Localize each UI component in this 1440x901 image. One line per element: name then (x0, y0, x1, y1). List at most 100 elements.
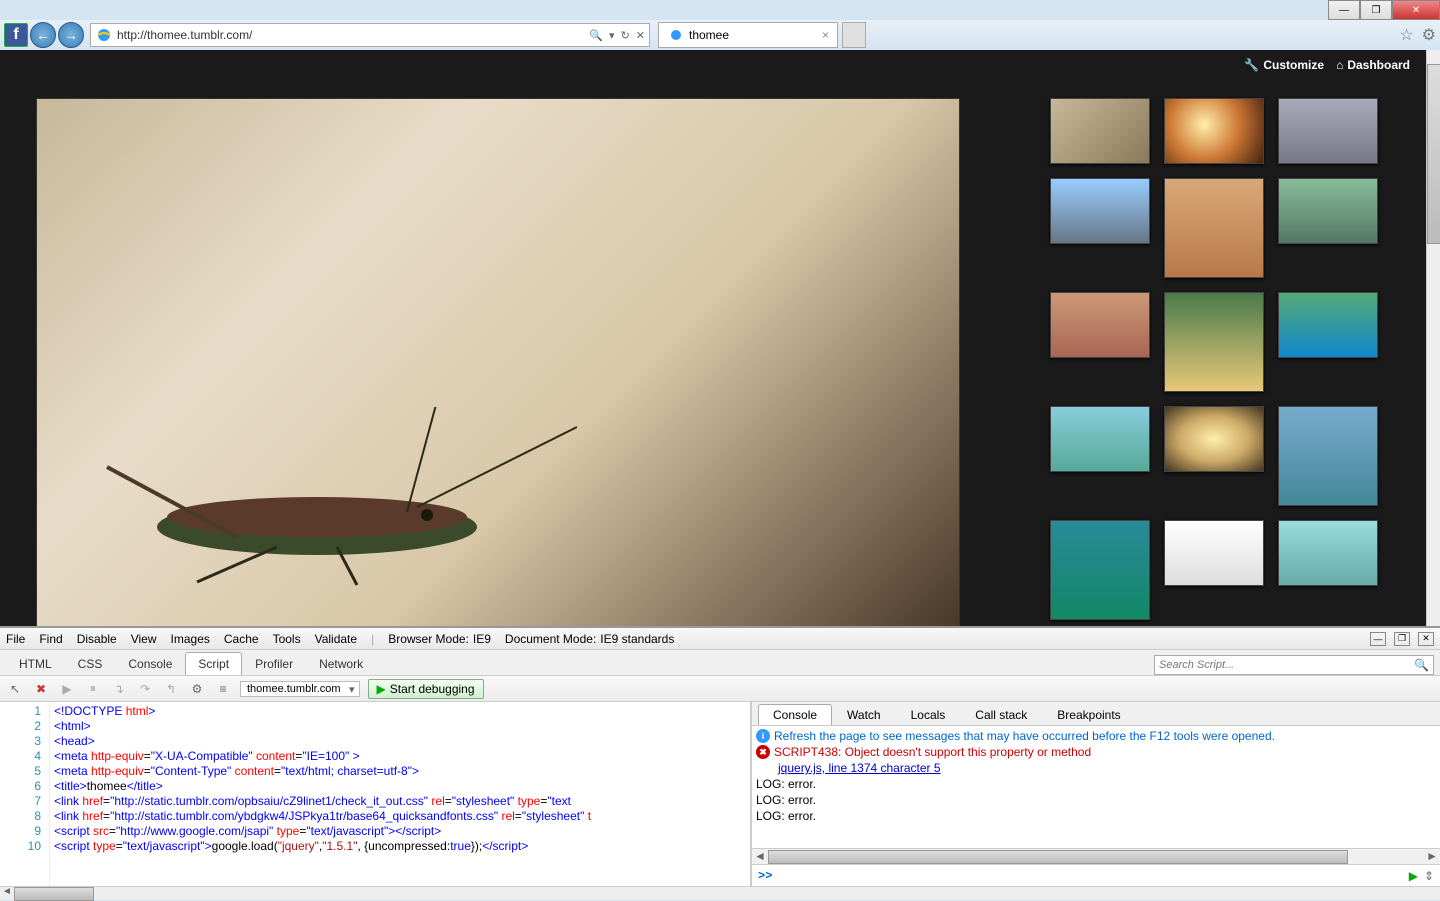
right-panel: Console Watch Locals Call stack Breakpoi… (752, 702, 1440, 886)
browser-tab[interactable]: thomee × (658, 22, 838, 48)
tab-script[interactable]: Script (185, 652, 242, 675)
search-input[interactable] (1159, 659, 1414, 671)
thumbnail[interactable] (1278, 406, 1378, 506)
main-photo[interactable] (36, 98, 960, 626)
multiline-icon[interactable]: ⇕ (1424, 869, 1434, 883)
stop-icon[interactable]: ✕ (636, 29, 645, 42)
forward-button[interactable]: → (58, 22, 84, 48)
new-tab-button[interactable] (842, 22, 866, 48)
customize-link[interactable]: 🔧Customize (1244, 58, 1324, 72)
format-icon[interactable]: ≡ (214, 680, 232, 698)
browser-mode-value[interactable]: IE9 (473, 632, 491, 646)
menu-file[interactable]: File (6, 632, 25, 646)
clear-icon[interactable]: ✖ (32, 680, 50, 698)
thumbnail[interactable] (1050, 292, 1150, 358)
maximize-button[interactable]: ❐ (1360, 0, 1392, 20)
pause-icon[interactable]: ⏸ (84, 680, 102, 698)
favorite-icon[interactable]: ☆ (1399, 25, 1413, 45)
gear-icon[interactable]: ⚙ (1422, 25, 1436, 45)
tab-close-icon[interactable]: × (822, 28, 829, 42)
thumbnail[interactable] (1164, 292, 1264, 392)
menu-find[interactable]: Find (39, 632, 62, 646)
devtools-panel: File Find Disable View Images Cache Tool… (0, 626, 1440, 886)
devtools-menu: File Find Disable View Images Cache Tool… (0, 628, 1440, 650)
console-log: LOG: error. (756, 808, 1436, 824)
thumbnail[interactable] (1164, 178, 1264, 278)
refresh-icon[interactable]: ↻ (621, 29, 630, 42)
rtab-watch[interactable]: Watch (832, 704, 896, 725)
devtools-body: 12345678910 <!DOCTYPE html><html><head><… (0, 702, 1440, 886)
page-scrollbar[interactable] (1426, 50, 1440, 626)
error-link[interactable]: jquery.js, line 1374 character 5 (778, 760, 941, 776)
thumbnail[interactable] (1278, 520, 1378, 586)
step-over-icon[interactable]: ↷ (136, 680, 154, 698)
break-icon[interactable]: ⚙ (188, 680, 206, 698)
minimize-button[interactable]: — (1328, 0, 1360, 20)
close-button[interactable]: ✕ (1392, 0, 1440, 20)
tab-console[interactable]: Console (115, 652, 185, 675)
search-icon[interactable]: 🔍 (589, 29, 603, 42)
facebook-button[interactable]: f (4, 23, 28, 47)
rtab-console[interactable]: Console (758, 704, 832, 725)
rtab-locals[interactable]: Locals (896, 704, 961, 725)
search-script-box[interactable]: 🔍 (1154, 655, 1434, 675)
console-info: Refresh the page to see messages that ma… (774, 728, 1275, 744)
tab-profiler[interactable]: Profiler (242, 652, 306, 675)
menu-cache[interactable]: Cache (224, 632, 259, 646)
bottom-scrollbar[interactable]: ◄ (0, 886, 1440, 900)
thumbnail[interactable] (1164, 520, 1264, 586)
browser-toolbar: f ← → http://thomee.tumblr.com/ 🔍 ▾ ↻ ✕ … (0, 20, 1440, 50)
thumbnail[interactable] (1164, 98, 1264, 164)
rtab-breakpoints[interactable]: Breakpoints (1042, 704, 1135, 725)
thumbnail[interactable] (1050, 178, 1150, 244)
ie-icon (95, 26, 113, 44)
rtab-callstack[interactable]: Call stack (960, 704, 1042, 725)
menu-disable[interactable]: Disable (77, 632, 117, 646)
ie-icon (667, 26, 685, 44)
thumbnail[interactable] (1164, 406, 1264, 472)
menu-validate[interactable]: Validate (315, 632, 357, 646)
search-icon[interactable]: 🔍 (1414, 658, 1429, 672)
tab-css[interactable]: CSS (65, 652, 116, 675)
address-bar[interactable]: http://thomee.tumblr.com/ 🔍 ▾ ↻ ✕ (90, 23, 650, 47)
thumbnail[interactable] (1278, 98, 1378, 164)
tab-html[interactable]: HTML (6, 652, 65, 675)
start-debugging-button[interactable]: ▶ Start debugging (368, 679, 484, 699)
console-input[interactable] (778, 868, 1402, 883)
scrollbar-thumb[interactable] (1427, 64, 1440, 244)
console-log: LOG: error. (756, 776, 1436, 792)
pointer-icon[interactable]: ↖ (6, 680, 24, 698)
thumbnail[interactable] (1050, 98, 1150, 164)
dashboard-link[interactable]: ⌂Dashboard (1336, 58, 1410, 72)
step-out-icon[interactable]: ↰ (162, 680, 180, 698)
thumbnail[interactable] (1050, 520, 1150, 620)
menu-images[interactable]: Images (171, 632, 210, 646)
console-input-row: >> ▶ ⇕ (752, 864, 1440, 886)
url-text: http://thomee.tumblr.com/ (117, 28, 585, 42)
step-into-icon[interactable]: ↴ (110, 680, 128, 698)
back-button[interactable]: ← (30, 22, 56, 48)
code-view[interactable]: <!DOCTYPE html><html><head><meta http-eq… (50, 702, 750, 886)
file-dropdown[interactable]: thomee.tumblr.com (240, 681, 360, 697)
run-icon[interactable]: ▶ (1409, 869, 1418, 883)
window-controls: — ❐ ✕ (1328, 0, 1440, 20)
doc-mode-value[interactable]: IE9 standards (600, 632, 674, 646)
console-log: LOG: error. (756, 792, 1436, 808)
play-icon[interactable]: ▶ (58, 680, 76, 698)
devtools-undock[interactable]: ❐ (1394, 632, 1410, 646)
devtools-tabs: HTML CSS Console Script Profiler Network… (0, 650, 1440, 676)
menu-view[interactable]: View (131, 632, 157, 646)
thumbnail[interactable] (1278, 178, 1378, 244)
insect-illustration (97, 407, 577, 587)
scrollbar-thumb[interactable] (768, 850, 1348, 864)
tumblr-toolbar: 🔧Customize ⌂Dashboard (1244, 58, 1410, 72)
console-output: iRefresh the page to see messages that m… (752, 726, 1440, 848)
menu-tools[interactable]: Tools (273, 632, 301, 646)
thumbnail[interactable] (1050, 406, 1150, 472)
tab-network[interactable]: Network (306, 652, 376, 675)
devtools-close[interactable]: ✕ (1418, 632, 1434, 646)
scrollbar-thumb[interactable] (14, 887, 94, 901)
devtools-minimize[interactable]: — (1370, 632, 1386, 646)
console-scrollbar[interactable]: ◄ ► (752, 848, 1440, 864)
thumbnail[interactable] (1278, 292, 1378, 358)
